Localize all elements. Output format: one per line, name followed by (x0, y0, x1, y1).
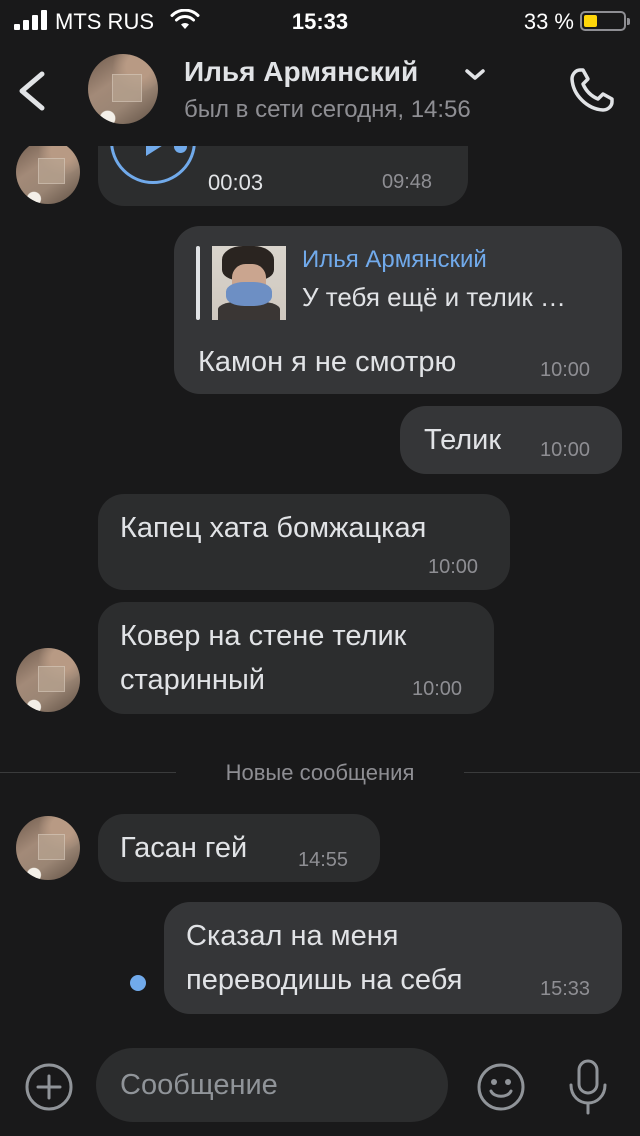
reply-bar (196, 246, 200, 320)
battery-percent: 33 % (523, 9, 574, 34)
contact-last-seen: был в сети сегодня, 14:56 (184, 96, 471, 123)
message-composer (0, 1040, 640, 1136)
contact-name[interactable]: Илья Армянский (184, 56, 418, 88)
message-text: Сказал на меня переводишь на себя (186, 920, 463, 996)
incoming-message[interactable]: Капец хата бомжацкая 10:00 (98, 494, 510, 590)
message-time: 15:33 (540, 978, 591, 1000)
chevron-down-icon[interactable] (462, 64, 488, 84)
reply-author: Илья Армянский (302, 246, 487, 273)
message-time: 14:55 (298, 849, 349, 871)
battery-icon (580, 11, 630, 31)
contact-avatar[interactable] (16, 816, 80, 880)
outgoing-message-reply[interactable]: Илья Армянский У тебя ещё и телик … Камо… (174, 226, 622, 394)
incoming-message[interactable]: Ковер на стене телик старинный 10:00 (98, 602, 494, 714)
outgoing-message[interactable]: Телик 10:00 (400, 406, 622, 474)
smile-icon[interactable] (476, 1062, 526, 1112)
chevron-left-icon[interactable] (8, 60, 54, 122)
chat-header: Илья Армянский был в сети сегодня, 14:56 (0, 42, 640, 146)
message-time: 10:00 (540, 359, 591, 381)
plus-circle-icon[interactable] (24, 1062, 74, 1112)
message-text: Камон я не смотрю (198, 346, 457, 378)
microphone-icon[interactable] (566, 1058, 610, 1116)
unread-indicator (130, 975, 146, 991)
message-text: Капец хата бомжацкая (120, 512, 427, 544)
message-text: Гасан гей (120, 832, 248, 864)
new-messages-divider: Новые сообщения (225, 760, 415, 785)
status-bar: MTS RUS 15:33 33 % (0, 0, 640, 42)
reply-snippet: У тебя ещё и телик … (302, 282, 566, 312)
message-time: 10:00 (540, 439, 591, 461)
outgoing-message[interactable]: Сказал на меня переводишь на себя 15:33 (164, 902, 622, 1014)
reply-thumbnail (212, 246, 286, 320)
phone-icon[interactable] (566, 64, 618, 116)
message-input[interactable] (96, 1048, 448, 1122)
header-avatar[interactable] (88, 54, 158, 124)
incoming-message[interactable]: Гасан гей 14:55 (98, 814, 380, 882)
message-time: 10:00 (412, 678, 463, 700)
contact-avatar[interactable] (16, 648, 80, 712)
voice-duration: 00:03 (208, 170, 264, 195)
message-text: Телик (424, 424, 502, 456)
message-time: 09:48 (382, 171, 433, 193)
contact-avatar[interactable] (16, 140, 80, 204)
message-text: Ковер на стене телик старинный (120, 620, 407, 696)
message-time: 10:00 (428, 556, 479, 578)
